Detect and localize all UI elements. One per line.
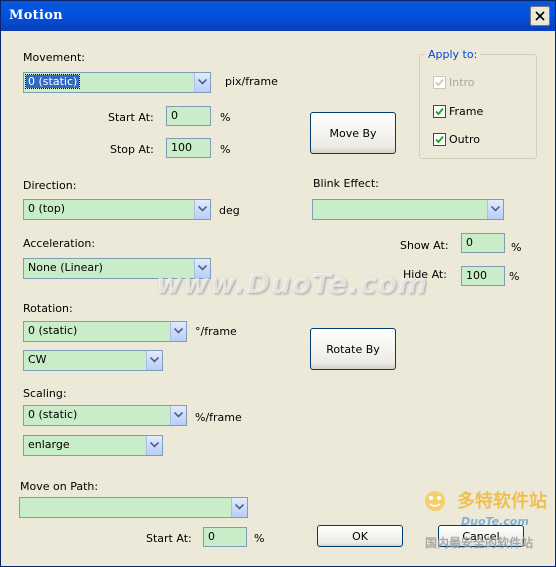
movement-value: 0 (static) (24, 74, 81, 89)
outro-label: Outro (449, 133, 480, 146)
scaling-mode-dropdown-arrow[interactable] (146, 436, 162, 455)
ok-button[interactable]: OK (317, 525, 403, 547)
intro-label: Intro (449, 76, 475, 89)
rotation-direction-select[interactable]: CW (23, 350, 163, 371)
movement-start-percent: % (220, 111, 231, 124)
scaling-value: 0 (static) (28, 408, 78, 421)
scaling-mode-value: enlarge (28, 438, 70, 451)
movement-stop-percent: % (220, 143, 231, 156)
show-at-field[interactable]: 0 (461, 233, 505, 253)
blink-dropdown-arrow[interactable] (487, 200, 503, 219)
path-dropdown-arrow[interactable] (231, 498, 247, 517)
acceleration-label: Acceleration: (23, 237, 96, 250)
hide-at-field[interactable]: 100 (461, 266, 505, 286)
direction-value: 0 (top) (28, 202, 66, 215)
movement-select[interactable]: 0 (static) (23, 72, 211, 93)
cancel-button[interactable]: Cancel (438, 525, 524, 547)
path-start-field[interactable]: 0 (203, 527, 247, 547)
chevron-down-icon (198, 265, 207, 271)
chevron-down-icon (150, 357, 159, 363)
window-title: Motion (9, 8, 63, 23)
direction-label: Direction: (23, 179, 77, 192)
movement-start-label: Start At: (108, 111, 154, 124)
chevron-down-icon (235, 504, 244, 510)
direction-select[interactable]: 0 (top) (23, 199, 211, 220)
acceleration-dropdown-arrow[interactable] (194, 259, 210, 278)
rotation-dropdown-arrow[interactable] (170, 322, 186, 341)
movement-stop-label: Stop At: (110, 143, 154, 156)
scaling-dropdown-arrow[interactable] (170, 406, 186, 425)
chevron-down-icon (174, 328, 183, 334)
show-at-percent: % (511, 241, 522, 254)
scaling-mode-select[interactable]: enlarge (23, 435, 163, 456)
rotation-value: 0 (static) (28, 324, 78, 337)
scaling-unit: %/frame (195, 411, 242, 424)
path-select[interactable] (19, 497, 248, 518)
title-bar[interactable]: Motion (1, 1, 555, 31)
check-icon (435, 78, 444, 87)
check-icon (435, 135, 444, 144)
chevron-down-icon (198, 79, 207, 85)
hide-at-percent: % (509, 270, 520, 283)
chevron-down-icon (198, 206, 207, 212)
path-label: Move on Path: (20, 480, 99, 493)
rotation-direction-dropdown-arrow[interactable] (146, 351, 162, 370)
scaling-select[interactable]: 0 (static) (23, 405, 187, 426)
movement-dropdown-arrow[interactable] (194, 73, 210, 92)
path-start-percent: % (254, 532, 265, 545)
acceleration-select[interactable]: None (Linear) (23, 258, 211, 279)
apply-to-label: Apply to: (425, 48, 481, 61)
intro-checkbox[interactable] (433, 76, 446, 89)
rotation-unit: °/frame (195, 325, 237, 338)
direction-unit: deg (219, 204, 240, 217)
rotation-direction-value: CW (28, 353, 47, 366)
chevron-down-icon (174, 412, 183, 418)
logo-main-text: 多特软件站 (457, 490, 547, 512)
blink-label: Blink Effect: (313, 177, 379, 190)
chevron-down-icon (150, 442, 159, 448)
check-icon (435, 107, 444, 116)
movement-stop-field[interactable]: 100 (166, 138, 211, 158)
chevron-down-icon (491, 206, 500, 212)
movement-start-field[interactable]: 0 (166, 106, 211, 126)
direction-dropdown-arrow[interactable] (194, 200, 210, 219)
movement-label: Movement: (23, 51, 85, 64)
path-start-label: Start At: (146, 532, 192, 545)
rotation-select[interactable]: 0 (static) (23, 321, 187, 342)
acceleration-value: None (Linear) (28, 261, 103, 274)
frame-checkbox[interactable] (433, 105, 446, 118)
frame-label: Frame (449, 105, 484, 118)
close-button[interactable] (530, 6, 550, 26)
scaling-label: Scaling: (23, 387, 67, 400)
blink-select[interactable] (312, 199, 504, 220)
rotation-label: Rotation: (23, 302, 73, 315)
close-icon (535, 11, 545, 21)
movement-unit: pix/frame (225, 75, 278, 88)
outro-checkbox[interactable] (433, 133, 446, 146)
move-by-button[interactable]: Move By (310, 112, 396, 154)
motion-dialog: Motion Movement: 0 (static) pix/frame St… (0, 0, 556, 567)
show-at-label: Show At: (400, 239, 449, 252)
hide-at-label: Hide At: (403, 268, 447, 281)
rotate-by-button[interactable]: Rotate By (310, 328, 396, 370)
